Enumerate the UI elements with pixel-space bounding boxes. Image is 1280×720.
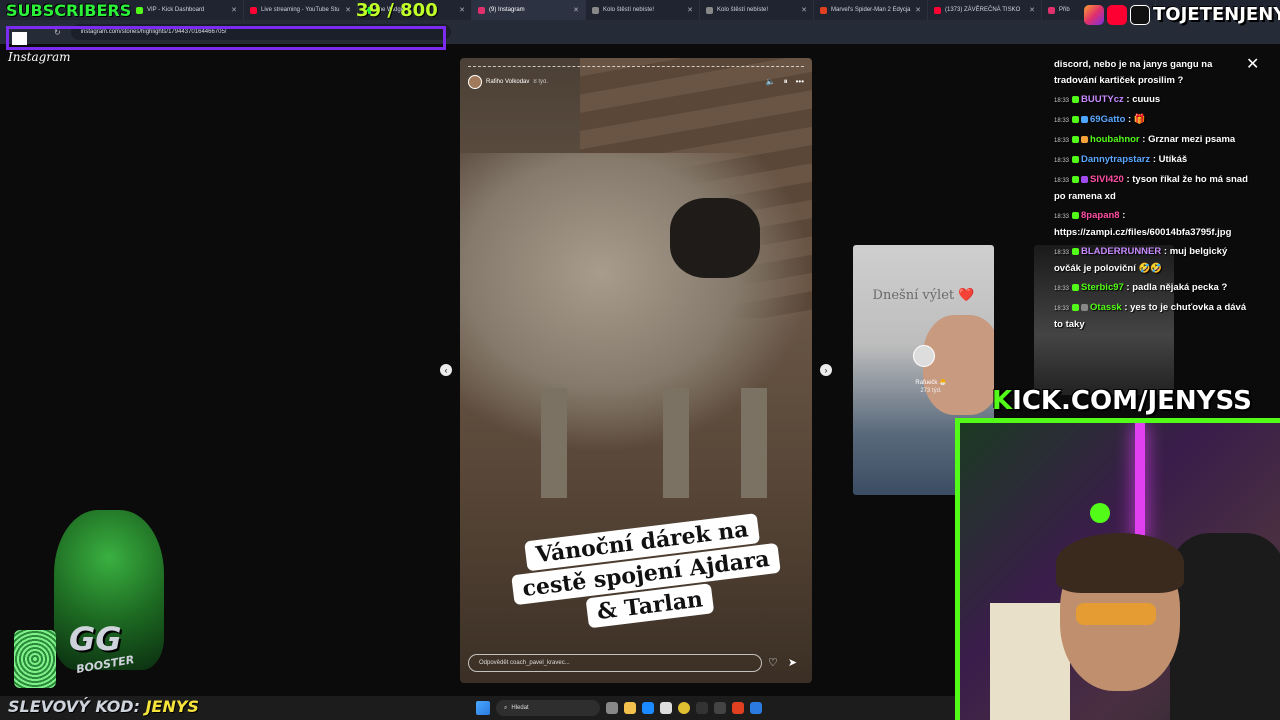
story-header: Rafiho Volkodav 8 týd. 🔈 ⏸ ••• (468, 74, 804, 90)
next-story-title: Dnešní výlet ❤️ (872, 288, 975, 303)
sponsor-mascot: GG BOOSTER (14, 500, 174, 690)
task-view-icon[interactable] (606, 702, 618, 714)
story-username[interactable]: Rafiho Volkodav (486, 79, 529, 85)
close-tab-icon[interactable]: ✕ (915, 6, 921, 14)
edge-icon[interactable] (642, 702, 654, 714)
chat-message: 18:33 SIVI420 : tyson říkal že ho má snad… (1054, 174, 1248, 202)
story-progress-bar (468, 66, 804, 67)
gaming-chair (1170, 533, 1280, 720)
chat-username[interactable]: SIVI420 (1090, 174, 1124, 185)
instagram-logo[interactable]: Instagram (8, 50, 71, 64)
pause-icon[interactable]: ⏸ (784, 77, 788, 87)
mute-icon[interactable]: 🔈 (766, 77, 776, 87)
kick-url-banner: KICK.COM/JENYSS (992, 386, 1252, 416)
file-explorer-icon[interactable] (624, 702, 636, 714)
avatar (913, 345, 935, 367)
instagram-icon (1084, 4, 1104, 25)
reply-input[interactable]: Odpovědět coach_pavel_kravec... (468, 654, 762, 672)
next-story-username: Rafuečk 🐣 (915, 380, 947, 386)
close-tab-icon[interactable]: ✕ (1029, 6, 1035, 14)
story-time: 8 týd. (533, 79, 549, 85)
xbox-logo-icon (1090, 503, 1110, 523)
chat-message: 18:33 8papan8 : https://zampi.cz/files/60… (1054, 210, 1232, 238)
page-icon (706, 6, 713, 14)
page-icon (592, 6, 599, 14)
like-heart-icon[interactable]: ♡ (768, 656, 778, 669)
live-chat: discord, nebo je na janys gangu na trado… (1054, 57, 1254, 336)
close-tab-icon[interactable]: ✕ (573, 6, 579, 14)
story-caption: Vánoční dárek na cestě spojení Ajdara & … (501, 509, 791, 638)
youtube-icon (250, 6, 257, 14)
chat-message: discord, nebo je na janys gangu na trado… (1054, 59, 1213, 86)
chat-message: 18:33 69Gatto : 🎁 (1054, 114, 1146, 125)
tiktok-icon (1130, 4, 1150, 25)
youtube-icon (1107, 4, 1127, 25)
chat-username[interactable]: Dannytrapstarz (1081, 154, 1150, 165)
chat-message: 18:33 Otassk : yes to je chuťovka a dává … (1054, 302, 1247, 330)
browser-tab[interactable]: Live streaming - YouTube Stu ✕ (244, 0, 358, 20)
browser-tab-active[interactable]: (9) Instagram ✕ (472, 0, 586, 20)
close-tab-icon[interactable]: ✕ (687, 6, 693, 14)
browser-tab[interactable]: VIP - Kick Dashboard ✕ (130, 0, 244, 20)
overlay-highlight-frame (6, 26, 446, 50)
close-tab-icon[interactable]: ✕ (345, 6, 351, 14)
next-story-time: 273 týd. (920, 388, 942, 394)
terminal-icon[interactable] (714, 702, 726, 714)
browser-tab[interactable]: Kolo štěstí nebíste! ✕ (700, 0, 814, 20)
brand-name: TOJETENJENYS (1153, 4, 1280, 25)
browser-tab[interactable]: Marvel's Spider-Man 2 Edycja ✕ (814, 0, 928, 20)
app-icon[interactable] (696, 702, 708, 714)
send-icon[interactable]: ➤ (788, 656, 797, 669)
booster-jar (14, 630, 56, 688)
webcam-feed (955, 418, 1280, 720)
chat-message: 18:33 Sterbic97 : padla nějaká pecka ? (1054, 282, 1228, 293)
close-tab-icon[interactable]: ✕ (231, 6, 237, 14)
instagram-icon (1048, 6, 1055, 14)
instagram-icon (478, 6, 485, 14)
close-tab-icon[interactable]: ✕ (801, 6, 807, 14)
browser-icon[interactable] (732, 702, 744, 714)
chat-message: 18:33 BUUTYcz : cuuus (1054, 94, 1161, 105)
gg-logo: GG (69, 620, 122, 658)
chat-username[interactable]: BUUTYcz (1081, 94, 1124, 105)
taskbar-search[interactable]: ⌕ Hledat (496, 700, 600, 716)
promo-code-banner: SLEVOVÝ KOD: JENYS (8, 697, 199, 716)
chat-username[interactable]: 69Gatto (1090, 114, 1125, 125)
chat-message: 18:33 houbahnor : Grznar mezi psama (1054, 134, 1236, 145)
search-icon: ⌕ (504, 704, 508, 711)
close-tab-icon[interactable]: ✕ (459, 6, 465, 14)
subscriber-count: 39 / 800 (356, 0, 438, 21)
subscribers-label: SUBSCRIBERS (6, 1, 132, 20)
youtube-icon (934, 6, 941, 14)
overlay-square (12, 32, 27, 45)
chat-message: 18:33 Dannytrapstarz : Utíkáš (1054, 154, 1188, 165)
more-options-icon[interactable]: ••• (796, 77, 804, 87)
game-icon (820, 6, 827, 14)
story-viewer[interactable]: Rafiho Volkodav 8 týd. 🔈 ⏸ ••• Vánoční d… (460, 58, 812, 683)
browser-tab[interactable]: Kolo štěstí nebíste! ✕ (586, 0, 700, 20)
avatar[interactable] (468, 75, 482, 89)
chrome-icon[interactable] (678, 702, 690, 714)
glasses (1076, 603, 1156, 625)
kick-icon (136, 6, 143, 14)
next-story-button[interactable]: › (820, 364, 832, 376)
social-brand-banner: TOJETENJENYS (1084, 4, 1280, 25)
chat-username[interactable]: Sterbic97 (1081, 282, 1124, 293)
chat-username[interactable]: houbahnor (1090, 134, 1140, 145)
browser-tab[interactable]: (1373) ZÁVĚREČNÁ TISKO ✕ (928, 0, 1042, 20)
windows-start-icon[interactable] (476, 701, 490, 715)
chat-username[interactable]: 8papan8 (1081, 210, 1120, 221)
chat-message: 18:33 BLADERRUNNER : muj belgický ovčák j… (1054, 246, 1228, 274)
notes-icon[interactable] (750, 702, 762, 714)
chat-username[interactable]: BLADERRUNNER (1081, 246, 1161, 257)
previous-story-button[interactable]: ‹ (440, 364, 452, 376)
store-icon[interactable] (660, 702, 672, 714)
chat-username[interactable]: Otassk (1090, 302, 1122, 313)
